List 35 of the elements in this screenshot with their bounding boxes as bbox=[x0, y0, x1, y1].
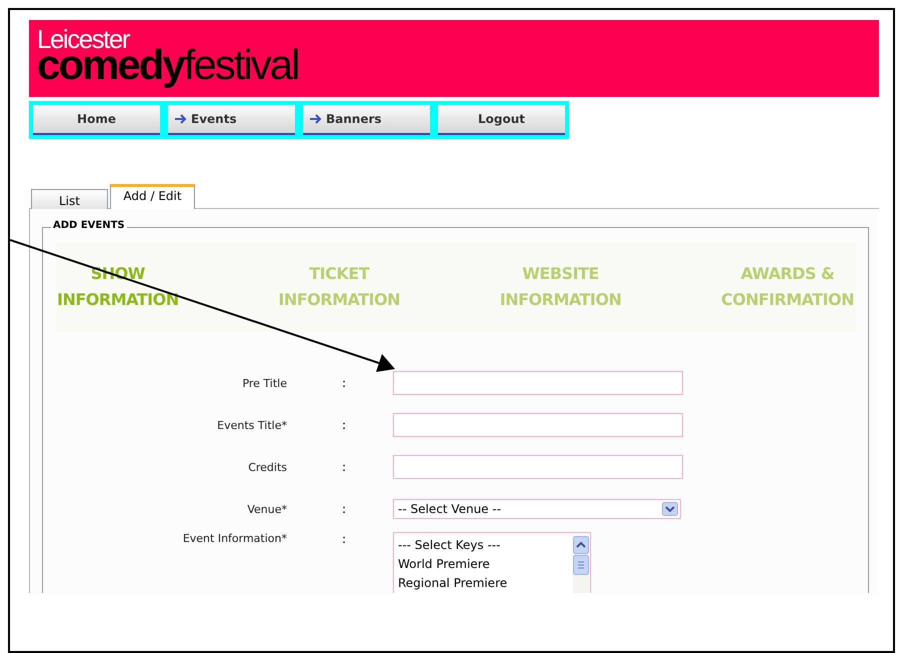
step-label: AWARDS & CONFIRMATION bbox=[721, 263, 854, 311]
venue-select[interactable]: -- Select Venue -- bbox=[393, 499, 681, 519]
step-label: WEBSITE INFORMATION bbox=[500, 263, 622, 311]
list-option[interactable]: Regional Premiere bbox=[398, 574, 508, 593]
field-label: Venue* bbox=[246, 502, 287, 516]
field-label: Event Information* bbox=[182, 532, 287, 545]
list-option[interactable]: World Premiere bbox=[398, 555, 508, 574]
arrow-icon bbox=[174, 114, 188, 124]
scroll-up-icon[interactable] bbox=[573, 536, 589, 554]
colon: : bbox=[341, 532, 348, 546]
select-value: -- Select Venue -- bbox=[398, 502, 502, 516]
field-label: Pre Title bbox=[241, 376, 287, 390]
field-label: Credits bbox=[247, 460, 287, 474]
scroll-thumb[interactable] bbox=[573, 555, 589, 575]
list-option[interactable]: --- Select Keys --- bbox=[398, 536, 508, 555]
scrollbar[interactable] bbox=[573, 536, 589, 593]
nav-button[interactable]: Banners bbox=[303, 105, 430, 135]
colon: : bbox=[341, 460, 348, 474]
input-field[interactable] bbox=[393, 371, 683, 395]
dropdown-icon[interactable] bbox=[662, 502, 678, 516]
nav-button[interactable]: Home bbox=[33, 105, 160, 135]
colon: : bbox=[341, 418, 348, 432]
field-label: Events Title* bbox=[216, 418, 287, 432]
step-label: TICKET INFORMATION bbox=[278, 263, 400, 311]
list-box[interactable]: --- Select Keys --- World Premiere Regional Premiere bbox=[393, 532, 591, 593]
tab[interactable]: List bbox=[31, 189, 108, 209]
arrow-icon bbox=[309, 114, 323, 124]
input-field[interactable] bbox=[393, 413, 683, 437]
tab[interactable]: Add / Edit bbox=[110, 184, 195, 209]
colon: : bbox=[341, 376, 348, 390]
nav-button[interactable]: Events bbox=[168, 105, 295, 135]
input-field[interactable] bbox=[393, 455, 683, 479]
colon: : bbox=[341, 502, 348, 516]
nav-button[interactable]: Logout bbox=[438, 105, 565, 135]
section-title: ADD EVENTS bbox=[51, 220, 127, 231]
